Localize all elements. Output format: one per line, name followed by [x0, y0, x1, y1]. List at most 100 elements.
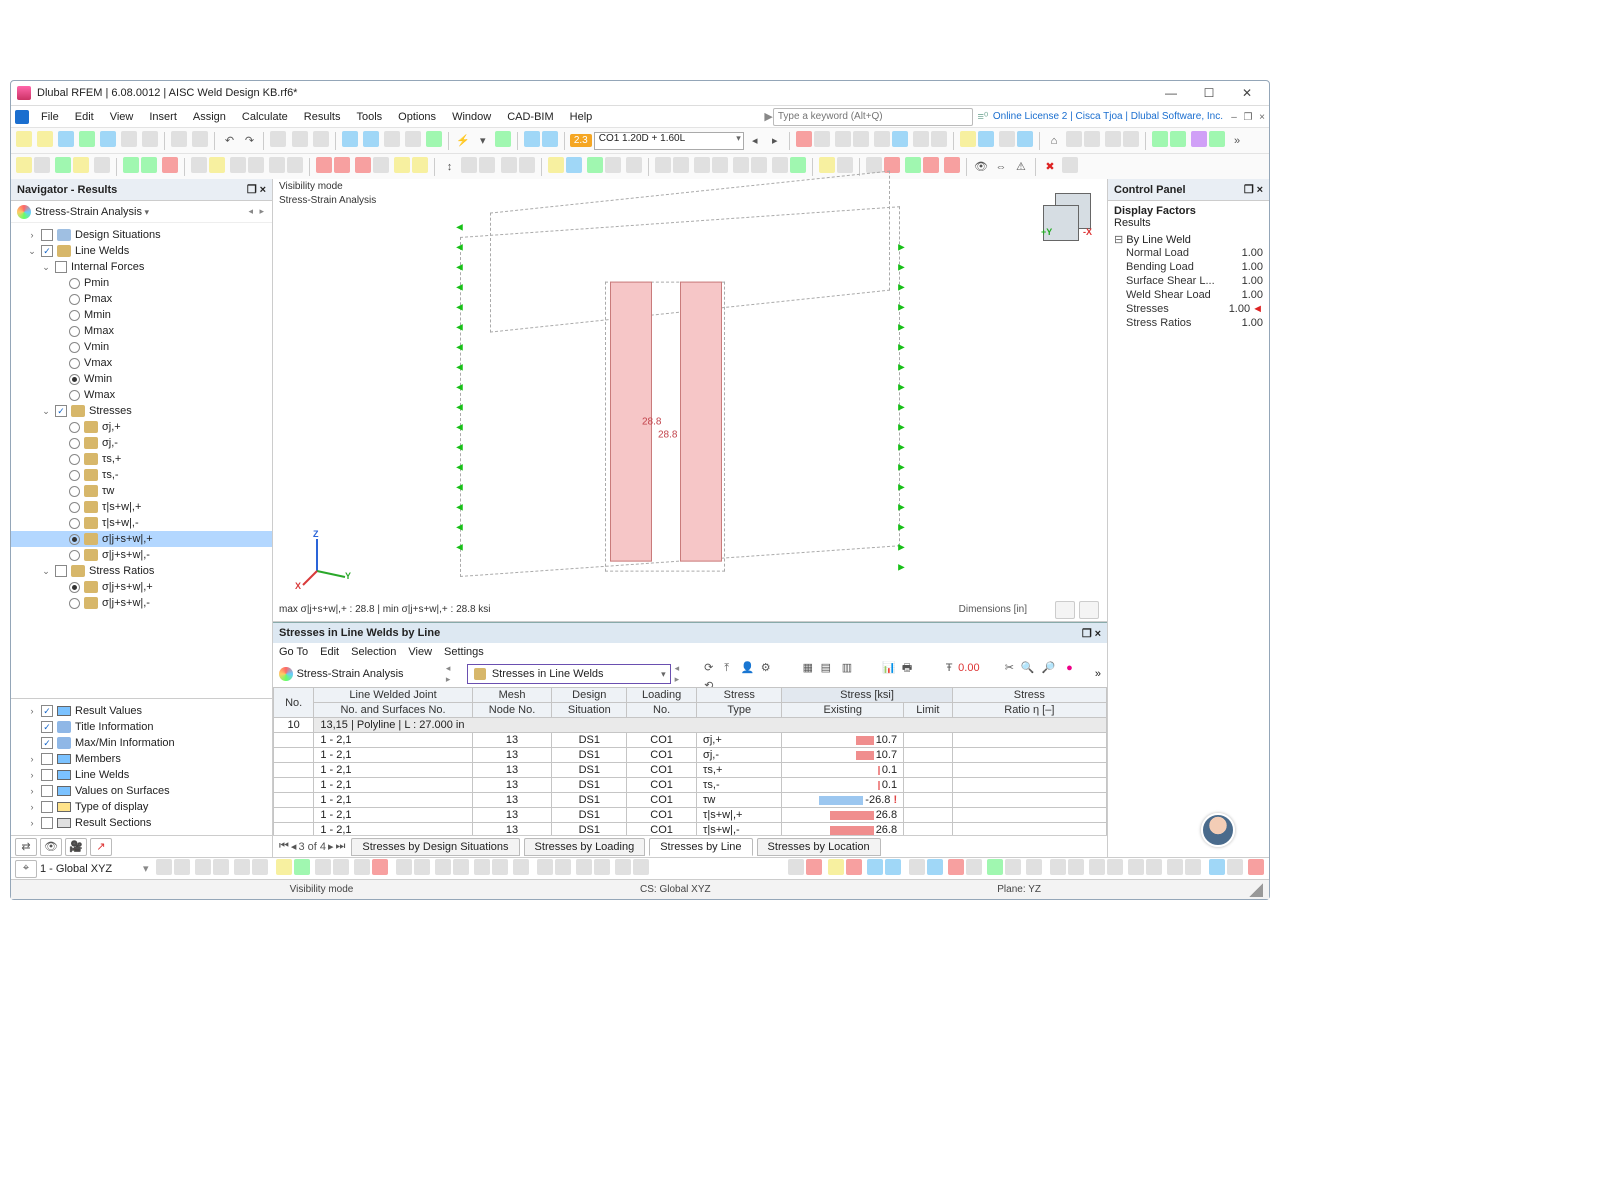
t2-ag[interactable] — [694, 157, 710, 173]
grid-result-combo[interactable]: Stresses in Line Welds — [467, 664, 671, 684]
tb-go-icon[interactable] — [495, 131, 511, 147]
tb-calc1-icon[interactable] — [342, 131, 358, 147]
t2-c[interactable] — [55, 157, 71, 173]
col-stresstype[interactable]: Stress — [697, 688, 782, 703]
bb-sh5[interactable] — [987, 859, 1003, 875]
gt-15[interactable]: ● — [1060, 659, 1078, 677]
table-row[interactable]: 1 - 2,113DS1CO1σj,+ 10.7 — [274, 733, 1107, 748]
tree-item[interactable]: Wmax — [11, 387, 272, 403]
checkbox[interactable] — [41, 753, 53, 765]
col-design[interactable]: Design — [552, 688, 627, 703]
bb-n[interactable] — [414, 859, 430, 875]
bb-o[interactable] — [435, 859, 451, 875]
bb-ln8[interactable] — [1185, 859, 1201, 875]
checkbox[interactable] — [41, 817, 53, 829]
tb-redo-icon[interactable]: ↷ — [240, 132, 258, 150]
cp-float-icon[interactable]: ❐ — [1244, 184, 1254, 196]
vp-tool1-icon[interactable] — [1055, 601, 1075, 619]
navbb-2[interactable]: 👁 — [40, 838, 62, 856]
t2-j[interactable] — [209, 157, 225, 173]
t2-ae[interactable] — [655, 157, 671, 173]
menu-results[interactable]: Results — [296, 111, 349, 123]
radio[interactable] — [69, 294, 80, 305]
bb-ln3[interactable] — [1089, 859, 1105, 875]
menu-calculate[interactable]: Calculate — [234, 111, 296, 123]
tb-r7-icon[interactable] — [913, 131, 929, 147]
t2-m[interactable] — [269, 157, 285, 173]
tree-item[interactable]: ⌄Stress Ratios — [11, 563, 272, 579]
panel-float-icon[interactable]: ❐ — [247, 184, 257, 196]
cp-row[interactable]: Stresses1.00◄ — [1114, 302, 1263, 316]
bb-sh7[interactable] — [1026, 859, 1042, 875]
gt-6[interactable]: ▤ — [817, 659, 835, 677]
tb-q2-icon[interactable] — [1066, 131, 1082, 147]
bb-y[interactable] — [633, 859, 649, 875]
bb-m[interactable] — [396, 859, 412, 875]
radio[interactable] — [69, 310, 80, 321]
t2-ah[interactable] — [712, 157, 728, 173]
gt-1[interactable]: ⟳ — [700, 659, 718, 677]
tree-item[interactable]: Max/Min Information — [11, 735, 272, 751]
bb-z4[interactable] — [846, 859, 862, 875]
checkbox[interactable] — [55, 261, 67, 273]
gt-8[interactable]: 📊 — [880, 659, 898, 677]
menu-help[interactable]: Help — [562, 111, 601, 123]
tb-doc-icon[interactable] — [192, 131, 208, 147]
vp-tool2-icon[interactable] — [1079, 601, 1099, 619]
t2-n[interactable] — [287, 157, 303, 173]
t2-l[interactable] — [248, 157, 264, 173]
tb-cloud-icon[interactable] — [100, 131, 116, 147]
bb-ln2[interactable] — [1068, 859, 1084, 875]
bb-u[interactable] — [555, 859, 571, 875]
bb-k[interactable] — [354, 859, 370, 875]
bb-p[interactable] — [453, 859, 469, 875]
tree-item[interactable]: ›Result Values — [11, 703, 272, 719]
cp-row[interactable]: Surface Shear L...1.00 — [1114, 274, 1263, 288]
table-row[interactable]: 1 - 2,113DS1CO1σj,- 10.7 — [274, 748, 1107, 763]
menu-cad-bim[interactable]: CAD-BIM — [499, 111, 561, 123]
bb-q[interactable] — [474, 859, 490, 875]
result-tab[interactable]: Stresses by Line — [649, 838, 752, 856]
tb-calc4-icon[interactable] — [405, 131, 421, 147]
menu-window[interactable]: Window — [444, 111, 499, 123]
t2-ab[interactable] — [587, 157, 603, 173]
gridmenu-go to[interactable]: Go To — [279, 646, 308, 658]
tb-q3-icon[interactable] — [1084, 131, 1100, 147]
resize-grip-icon[interactable] — [1249, 883, 1263, 897]
gt-5[interactable]: ▦ — [799, 659, 817, 677]
bb-end1[interactable] — [1209, 859, 1225, 875]
tb-r6-icon[interactable] — [892, 131, 908, 147]
t2-e[interactable] — [94, 157, 110, 173]
bb-ln6[interactable] — [1146, 859, 1162, 875]
gt-13[interactable]: 🔍 — [1018, 659, 1036, 677]
grid-close-icon[interactable]: × — [1095, 628, 1101, 640]
radio[interactable] — [69, 582, 80, 593]
tb-clip-icon[interactable] — [171, 131, 187, 147]
bb-z2[interactable] — [806, 859, 822, 875]
t2-ar[interactable] — [923, 157, 939, 173]
t2-d[interactable] — [73, 157, 89, 173]
tree-item[interactable]: σ|j+s+w|,- — [11, 595, 272, 611]
bb-e[interactable] — [234, 859, 250, 875]
tree-item[interactable]: σ|j+s+w|,- — [11, 547, 272, 563]
cp-row[interactable]: Bending Load1.00 — [1114, 260, 1263, 274]
radio[interactable] — [69, 598, 80, 609]
gridmenu-edit[interactable]: Edit — [320, 646, 339, 658]
tb-view3-icon[interactable] — [313, 131, 329, 147]
checkbox[interactable] — [41, 705, 53, 717]
tree-item[interactable]: σ|j+s+w|,+ — [11, 579, 272, 595]
analysis-selector[interactable]: Stress-Strain Analysis ◂ ▸ — [11, 201, 272, 223]
t2-aq[interactable] — [905, 157, 921, 173]
checkbox[interactable] — [41, 769, 53, 781]
t2-eye2[interactable]: ⇔ — [992, 158, 1010, 176]
bb-sh2[interactable] — [927, 859, 943, 875]
tree-item[interactable]: τ|s+w|,+ — [11, 499, 272, 515]
tree-item[interactable]: τs,- — [11, 467, 272, 483]
tree-item[interactable]: σj,+ — [11, 419, 272, 435]
viewport-3d[interactable]: Visibility mode Stress-Strain Analysis m… — [273, 179, 1107, 622]
t2-eye1[interactable]: 👁 — [972, 158, 990, 176]
radio[interactable] — [69, 358, 80, 369]
tree-item[interactable]: σj,- — [11, 435, 272, 451]
bb-f[interactable] — [252, 859, 268, 875]
tree-item[interactable]: ⌄Internal Forces — [11, 259, 272, 275]
